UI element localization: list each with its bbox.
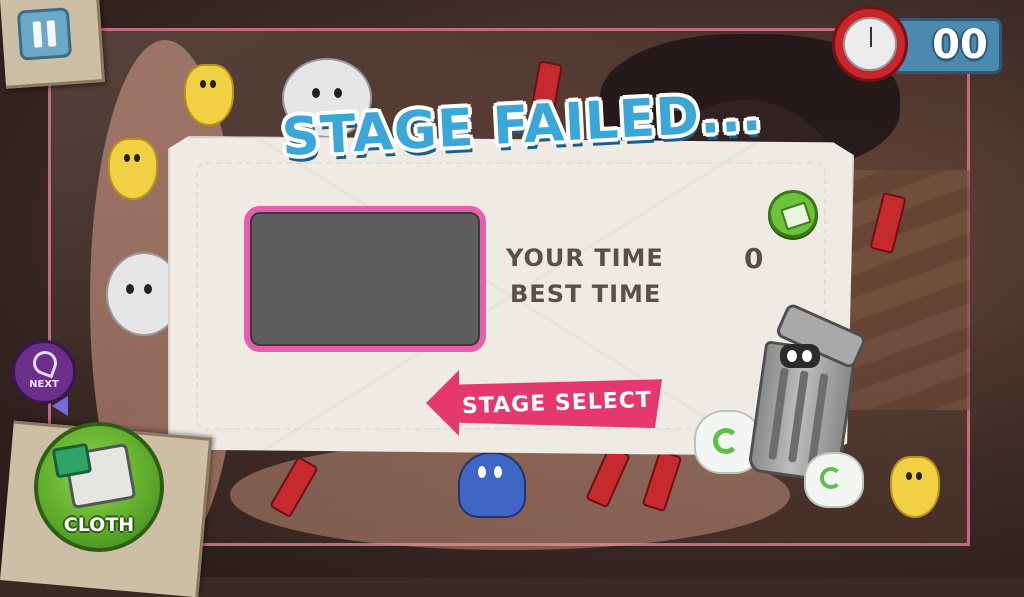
banana-peel-mascot (184, 64, 234, 126)
slime-mascot (458, 452, 526, 518)
your-time-value: 0 (744, 242, 764, 275)
recycle-bag (804, 452, 864, 508)
trash-eyes (780, 344, 820, 368)
next-label: NEXT (29, 379, 59, 390)
cloth-bucket-icon (63, 442, 137, 510)
cloth-label: CLOTH (63, 514, 135, 536)
next-tool-button[interactable]: NEXT (12, 340, 76, 404)
stage-preview-thumbnail (244, 206, 486, 352)
recycle-icon (713, 428, 739, 454)
pause-panel (0, 0, 105, 89)
banana-peel-mascot (890, 456, 940, 518)
your-time-label: YOUR TIME (506, 244, 664, 272)
recycle-icon (820, 467, 842, 489)
vacuum-icon (29, 347, 61, 379)
stage-select-button[interactable]: STAGE SELECT (426, 370, 662, 436)
timer-value: 00 (932, 22, 988, 68)
pause-icon[interactable] (16, 7, 73, 61)
banana-peel-mascot (108, 138, 158, 200)
cloth-tool-button[interactable]: CLOTH (34, 422, 164, 552)
money-share-icon[interactable] (768, 190, 818, 238)
stopwatch-icon (832, 6, 908, 82)
triangle-left-icon[interactable] (52, 396, 68, 416)
best-time-label: BEST TIME (510, 280, 662, 308)
